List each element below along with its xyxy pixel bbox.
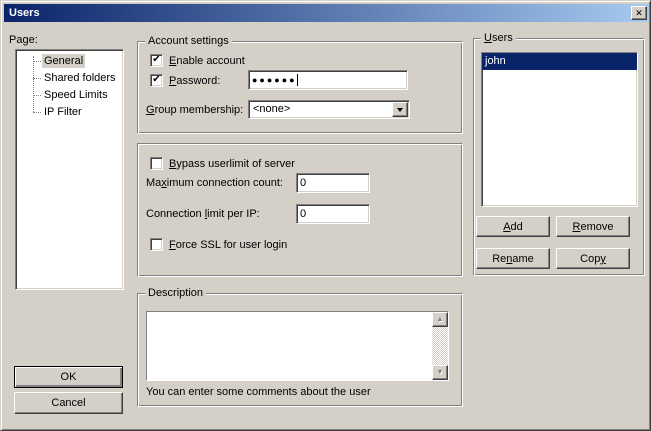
tree-item-label: Shared folders (42, 71, 118, 85)
password-masked-value: ●●●●●● (252, 75, 297, 85)
copy-user-button[interactable]: Copy (556, 248, 630, 269)
scrollbar-track[interactable] (432, 327, 448, 365)
force-ssl-label: Force SSL for user login (169, 239, 287, 251)
tree-item-label: General (42, 54, 85, 68)
users-group: Users john Add Remove Rename Copy (473, 38, 645, 276)
close-icon: ✕ (635, 9, 643, 18)
password-input[interactable]: ●●●●●● (248, 70, 408, 90)
ip-limit-label: Connection limit per IP: (146, 208, 260, 221)
user-name: john (485, 55, 506, 67)
tree-item-label: Speed Limits (42, 88, 110, 102)
cancel-button[interactable]: Cancel (14, 392, 123, 414)
page-label: Page: (9, 34, 38, 47)
check-icon: ✔ (152, 75, 160, 85)
users-title: Users (481, 32, 516, 45)
tree-item-shared-folders[interactable]: Shared folders (16, 70, 123, 87)
account-settings-title: Account settings (145, 35, 232, 48)
password-label: Password: (169, 75, 220, 87)
window-title: Users (9, 7, 40, 19)
bypass-userlimit-label: Bypass userlimit of server (169, 158, 295, 170)
description-scrollbar[interactable]: ▲ ▼ (432, 312, 448, 380)
users-list: john (481, 52, 638, 207)
page-tree: General Shared folders Speed Limits IP F… (15, 49, 124, 290)
scroll-down-button[interactable]: ▼ (432, 365, 448, 380)
description-hint: You can enter some comments about the us… (146, 386, 371, 399)
force-ssl-checkbox[interactable]: Force SSL for user login (150, 238, 287, 251)
group-membership-label: Group membership: (146, 104, 243, 117)
scroll-up-button[interactable]: ▲ (432, 312, 448, 327)
ok-button[interactable]: OK (14, 366, 123, 388)
tree-item-speed-limits[interactable]: Speed Limits (16, 87, 123, 104)
close-button[interactable]: ✕ (631, 6, 647, 20)
add-user-button[interactable]: Add (476, 216, 550, 237)
enable-account-label: Enable account (169, 55, 245, 67)
dropdown-button[interactable] (392, 102, 408, 117)
account-settings-group: Account settings ✔ Enable account ✔ Pass… (137, 41, 463, 134)
arrow-down-icon: ▼ (437, 369, 444, 376)
tree-item-label: IP Filter (42, 105, 84, 119)
titlebar[interactable]: Users ✕ (4, 4, 649, 22)
remove-user-button[interactable]: Remove (556, 216, 630, 237)
text-cursor (297, 74, 298, 86)
checkbox-box: ✔ (150, 74, 163, 87)
user-list-item[interactable]: john (482, 53, 637, 70)
rename-user-button[interactable]: Rename (476, 248, 550, 269)
tree-item-general[interactable]: General (16, 53, 123, 70)
enable-account-checkbox[interactable]: ✔ Enable account (150, 54, 245, 67)
max-connection-label: Maximum connection count: (146, 177, 283, 190)
bypass-userlimit-checkbox[interactable]: Bypass userlimit of server (150, 157, 295, 170)
description-title: Description (145, 287, 206, 300)
checkbox-box (150, 238, 163, 251)
group-membership-select[interactable]: <none> (248, 100, 410, 119)
check-icon: ✔ (152, 55, 160, 65)
limits-group: Bypass userlimit of server Maximum conne… (137, 143, 463, 277)
group-membership-value: <none> (253, 103, 290, 116)
description-edit-area[interactable] (147, 312, 432, 380)
users-dialog: Users ✕ Page: General Shared folders Spe… (0, 0, 651, 431)
arrow-up-icon: ▲ (437, 316, 444, 323)
checkbox-box (150, 157, 163, 170)
tree-item-ip-filter[interactable]: IP Filter (16, 104, 123, 121)
checkbox-box: ✔ (150, 54, 163, 67)
ip-limit-input[interactable] (296, 204, 370, 224)
password-checkbox[interactable]: ✔ Password: (150, 74, 220, 87)
chevron-down-icon (397, 108, 403, 112)
max-connection-input[interactable] (296, 173, 370, 193)
description-group: Description ▲ ▼ You can enter some comme… (137, 293, 463, 407)
description-textarea[interactable]: ▲ ▼ (146, 311, 449, 381)
